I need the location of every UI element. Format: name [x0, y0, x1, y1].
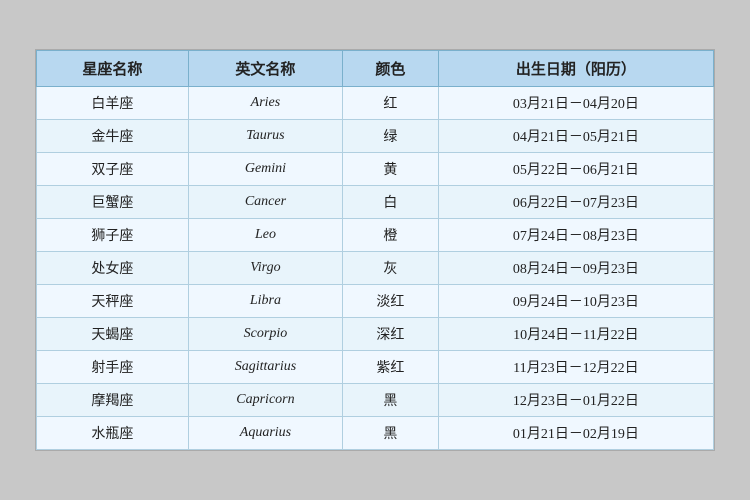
cell-english: Capricorn: [188, 384, 342, 417]
table-row: 水瓶座Aquarius黑01月21日－02月19日: [37, 417, 714, 450]
table-row: 双子座Gemini黄05月22日－06月21日: [37, 153, 714, 186]
table-row: 金牛座Taurus绿04月21日－05月21日: [37, 120, 714, 153]
table-row: 天秤座Libra淡红09月24日－10月23日: [37, 285, 714, 318]
cell-chinese: 水瓶座: [37, 417, 189, 450]
table-row: 射手座Sagittarius紫红11月23日－12月22日: [37, 351, 714, 384]
table-row: 白羊座Aries红03月21日－04月20日: [37, 87, 714, 120]
cell-color: 橙: [343, 219, 439, 252]
cell-color: 淡红: [343, 285, 439, 318]
cell-color: 黄: [343, 153, 439, 186]
cell-chinese: 天蝎座: [37, 318, 189, 351]
zodiac-table-container: 星座名称 英文名称 颜色 出生日期（阳历） 白羊座Aries红03月21日－04…: [35, 49, 715, 451]
cell-chinese: 射手座: [37, 351, 189, 384]
cell-english: Libra: [188, 285, 342, 318]
zodiac-table: 星座名称 英文名称 颜色 出生日期（阳历） 白羊座Aries红03月21日－04…: [36, 50, 714, 450]
table-row: 狮子座Leo橙07月24日－08月23日: [37, 219, 714, 252]
cell-date: 01月21日－02月19日: [438, 417, 713, 450]
cell-english: Aquarius: [188, 417, 342, 450]
cell-color: 深红: [343, 318, 439, 351]
cell-english: Aries: [188, 87, 342, 120]
table-row: 天蝎座Scorpio深红10月24日－11月22日: [37, 318, 714, 351]
cell-english: Scorpio: [188, 318, 342, 351]
cell-chinese: 金牛座: [37, 120, 189, 153]
table-row: 处女座Virgo灰08月24日－09月23日: [37, 252, 714, 285]
cell-date: 10月24日－11月22日: [438, 318, 713, 351]
cell-color: 红: [343, 87, 439, 120]
cell-chinese: 处女座: [37, 252, 189, 285]
cell-color: 黑: [343, 384, 439, 417]
cell-date: 09月24日－10月23日: [438, 285, 713, 318]
header-chinese-name: 星座名称: [37, 51, 189, 87]
cell-color: 黑: [343, 417, 439, 450]
cell-chinese: 摩羯座: [37, 384, 189, 417]
cell-english: Leo: [188, 219, 342, 252]
cell-date: 11月23日－12月22日: [438, 351, 713, 384]
cell-chinese: 双子座: [37, 153, 189, 186]
cell-date: 04月21日－05月21日: [438, 120, 713, 153]
cell-english: Gemini: [188, 153, 342, 186]
cell-chinese: 巨蟹座: [37, 186, 189, 219]
cell-color: 绿: [343, 120, 439, 153]
table-row: 摩羯座Capricorn黑12月23日－01月22日: [37, 384, 714, 417]
cell-english: Taurus: [188, 120, 342, 153]
cell-date: 12月23日－01月22日: [438, 384, 713, 417]
cell-date: 05月22日－06月21日: [438, 153, 713, 186]
table-header-row: 星座名称 英文名称 颜色 出生日期（阳历）: [37, 51, 714, 87]
cell-english: Sagittarius: [188, 351, 342, 384]
header-english-name: 英文名称: [188, 51, 342, 87]
table-row: 巨蟹座Cancer白06月22日－07月23日: [37, 186, 714, 219]
header-color: 颜色: [343, 51, 439, 87]
cell-chinese: 白羊座: [37, 87, 189, 120]
cell-english: Virgo: [188, 252, 342, 285]
cell-color: 紫红: [343, 351, 439, 384]
cell-date: 07月24日－08月23日: [438, 219, 713, 252]
cell-english: Cancer: [188, 186, 342, 219]
table-body: 白羊座Aries红03月21日－04月20日金牛座Taurus绿04月21日－0…: [37, 87, 714, 450]
cell-color: 灰: [343, 252, 439, 285]
cell-chinese: 天秤座: [37, 285, 189, 318]
cell-date: 03月21日－04月20日: [438, 87, 713, 120]
cell-color: 白: [343, 186, 439, 219]
cell-date: 08月24日－09月23日: [438, 252, 713, 285]
cell-chinese: 狮子座: [37, 219, 189, 252]
header-birthdate: 出生日期（阳历）: [438, 51, 713, 87]
cell-date: 06月22日－07月23日: [438, 186, 713, 219]
